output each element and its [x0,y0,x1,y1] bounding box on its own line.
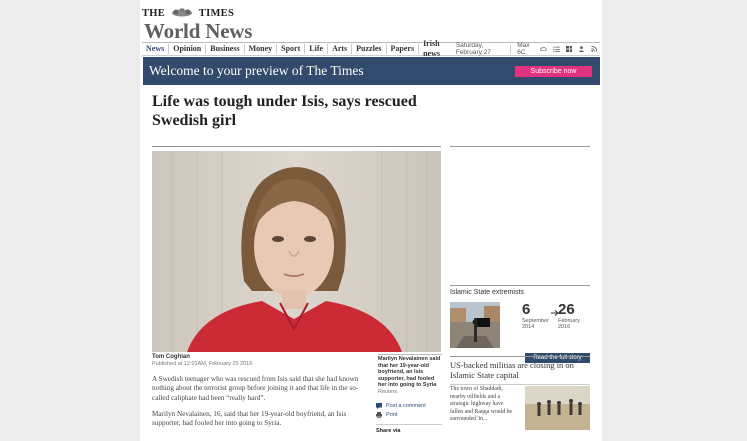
timeline-start-date: 6 September 2014 [522,302,556,331]
related-story: US-backed militias are closing in on Isl… [450,356,590,430]
print-link[interactable]: Print [376,410,442,419]
timeline-label[interactable]: Islamic State extremists [450,289,590,296]
caption-text: Marilyn Nevalainen said that her 19-year… [378,356,441,388]
weather-display: Max 6C [517,42,530,56]
nav-utilities: Saturday, February 27 Max 6C [456,42,600,56]
nav-item-news[interactable]: News [142,44,170,54]
nav-item-business[interactable]: Business [206,44,245,54]
article-byline: Tom Coghlan Published at 12:01AM, Februa… [152,354,252,367]
masthead-right-word: TIMES [198,8,235,19]
caption-credit: Reuters [378,388,398,395]
article-actions: Post a comment Print Share via [376,401,442,434]
nav-item-opinion[interactable]: Opinion [169,44,207,54]
author-name[interactable]: Tom Coghlan [152,354,252,360]
nav-item-puzzles[interactable]: Puzzles [352,44,387,54]
nav-item-sport[interactable]: Sport [277,44,306,54]
nav-item-irish-news[interactable]: Irish news [419,39,456,59]
related-story-headline[interactable]: US-backed militias are closing in on Isl… [450,360,590,380]
publish-date: Published at 12:01AM, February 25 2016 [152,361,253,367]
sidebar-divider [450,146,590,147]
share-via-label: Share via [376,424,442,434]
nav-item-papers[interactable]: Papers [387,44,420,54]
royal-crest-icon [172,8,193,17]
start-year: 2014 [522,324,535,330]
related-story-divider [450,356,590,357]
preview-banner-text: Welcome to your preview of The Times [149,63,364,78]
nav-item-arts[interactable]: Arts [328,44,353,54]
timeline-widget: Islamic State extremists 6 September 201… [450,285,590,363]
print-icon [376,411,382,418]
article-paragraph: A Swedish teenager who was rescued from … [152,375,359,402]
related-story-rule [450,384,590,385]
subscribe-button[interactable]: Subscribe now [515,65,592,77]
post-comment-link[interactable]: Post a comment [376,401,442,410]
comment-icon [376,402,382,409]
timeline-row: 6 September 2014 26 February 2016 Read t… [450,301,592,363]
end-day: 26 [558,301,575,318]
times-masthead-logo[interactable]: THE TIMES [142,8,234,19]
rss-icon[interactable] [591,45,598,53]
end-year: 2016 [558,324,571,330]
section-title: World News [144,19,253,43]
nav-item-life[interactable]: Life [305,44,329,54]
article-body: A Swedish teenager who was rescued from … [152,375,374,435]
nav-item-money[interactable]: Money [245,44,278,54]
article-headline: Life was tough under Isis, says rescued … [152,93,417,129]
photo-caption: Marilyn Nevalainen said that her 19-year… [378,354,442,395]
article-photo[interactable] [152,151,441,352]
person-icon[interactable] [578,45,585,53]
main-nav: News Opinion Business Money Sport Life A… [142,39,600,59]
article-paragraph: Marilyn Nevalainen, 16, said that her 19… [152,409,347,428]
grid-icon[interactable] [565,45,573,53]
militant-flag-image [450,302,500,348]
girl-portrait-image [152,151,441,352]
print-label: Print [386,411,398,418]
page: THE TIMES World News News Opinion Busine… [140,0,602,441]
article-divider [152,146,441,147]
post-comment-label: Post a comment [386,402,426,409]
cloud-icon [540,46,547,51]
preview-banner: Welcome to your preview of The Times Sub… [143,57,600,85]
masthead-left-word: THE [142,8,166,19]
related-story-summary: The town of Shaddadi, nearby oilfields a… [450,386,513,423]
date-display: Saturday, February 27 [455,42,491,56]
list-icon[interactable] [552,45,560,53]
timeline-divider [450,285,590,286]
timeline-end-date: 26 February 2016 [558,301,592,331]
related-story-image[interactable] [525,386,590,430]
timeline-image[interactable] [450,302,500,348]
fighters-image [525,386,590,430]
